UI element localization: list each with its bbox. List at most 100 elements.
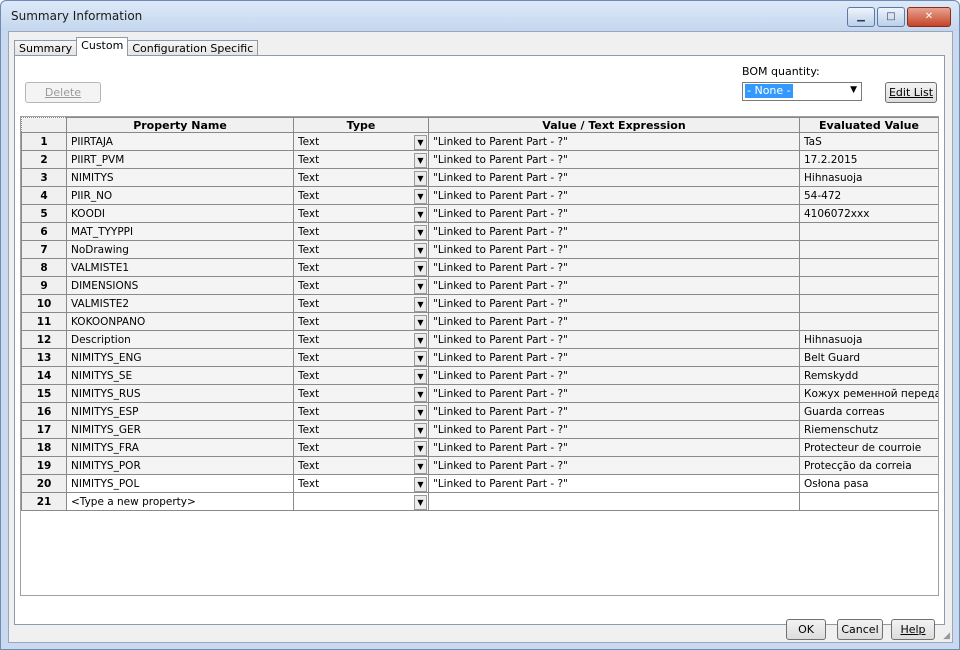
help-button[interactable]: Help: [891, 619, 935, 640]
dropdown-arrow-icon[interactable]: ▼: [414, 387, 427, 402]
type-cell[interactable]: Text ▼: [293, 150, 429, 169]
table-row[interactable]: 16 NIMITYS_ESP Text ▼ "Linked to Parent Part…: [21, 402, 938, 421]
ok-button[interactable]: OK: [786, 619, 826, 640]
dropdown-arrow-icon[interactable]: ▼: [414, 441, 427, 456]
minimize-button[interactable]: ▁: [847, 7, 875, 27]
value-expression-cell[interactable]: [428, 492, 800, 511]
resize-grip-icon[interactable]: ◢: [943, 631, 950, 641]
maximize-button[interactable]: □: [877, 7, 905, 27]
dropdown-arrow-icon[interactable]: ▼: [414, 423, 427, 438]
table-row[interactable]: 11 KOKOONPANO Text ▼ "Linked to Parent Part …: [21, 312, 938, 331]
title-bar[interactable]: Summary Information ▁ □ ✕: [1, 1, 959, 31]
table-row[interactable]: 14 NIMITYS_SE Text ▼ "Linked to Parent Part …: [21, 366, 938, 385]
table-row[interactable]: 19 NIMITYS_POR Text ▼ "Linked to Parent Part…: [21, 456, 938, 475]
column-header-evaluated-value[interactable]: Evaluated Value: [799, 117, 938, 133]
type-cell[interactable]: Text ▼: [293, 258, 429, 277]
bom-quantity-select[interactable]: - None - ▼: [742, 82, 862, 101]
table-row[interactable]: 4 PIIR_NO Text ▼ "Linked to Parent Part - ?"…: [21, 186, 938, 205]
value-expression-cell[interactable]: "Linked to Parent Part - ?": [428, 276, 800, 295]
dropdown-arrow-icon[interactable]: ▼: [414, 351, 427, 366]
table-row[interactable]: 18 NIMITYS_FRA Text ▼ "Linked to Parent Part…: [21, 438, 938, 457]
table-row[interactable]: 6 MAT_TYYPPI Text ▼ "Linked to Parent Part -…: [21, 222, 938, 241]
value-expression-cell[interactable]: "Linked to Parent Part - ?": [428, 168, 800, 187]
property-name-cell[interactable]: NIMITYS_GER: [66, 420, 294, 439]
property-name-cell[interactable]: VALMISTE2: [66, 294, 294, 313]
delete-button[interactable]: Delete: [25, 82, 101, 103]
value-expression-cell[interactable]: "Linked to Parent Part - ?": [428, 294, 800, 313]
property-name-cell[interactable]: NIMITYS: [66, 168, 294, 187]
dropdown-arrow-icon[interactable]: ▼: [414, 369, 427, 384]
type-cell[interactable]: Text ▼: [293, 348, 429, 367]
type-cell[interactable]: Text ▼: [293, 330, 429, 349]
type-cell[interactable]: Text ▼: [293, 438, 429, 457]
type-cell[interactable]: Text ▼: [293, 384, 429, 403]
value-expression-cell[interactable]: "Linked to Parent Part - ?": [428, 150, 800, 169]
type-cell[interactable]: Text ▼: [293, 204, 429, 223]
dropdown-arrow-icon[interactable]: ▼: [414, 297, 427, 312]
dropdown-arrow-icon[interactable]: ▼: [414, 477, 427, 492]
column-header-value[interactable]: Value / Text Expression: [428, 117, 800, 133]
table-row[interactable]: 15 NIMITYS_RUS Text ▼ "Linked to Parent Part…: [21, 384, 938, 403]
property-name-cell[interactable]: PIIRT_PVM: [66, 150, 294, 169]
value-expression-cell[interactable]: "Linked to Parent Part - ?": [428, 366, 800, 385]
value-expression-cell[interactable]: "Linked to Parent Part - ?": [428, 402, 800, 421]
dropdown-arrow-icon[interactable]: ▼: [414, 171, 427, 186]
value-expression-cell[interactable]: "Linked to Parent Part - ?": [428, 186, 800, 205]
dropdown-arrow-icon[interactable]: ▼: [414, 153, 427, 168]
type-cell[interactable]: Text ▼: [293, 186, 429, 205]
type-cell[interactable]: ▼: [293, 492, 429, 511]
value-expression-cell[interactable]: "Linked to Parent Part - ?": [428, 240, 800, 259]
dropdown-arrow-icon[interactable]: ▼: [414, 189, 427, 204]
property-name-cell[interactable]: PIIRTAJA: [66, 132, 294, 151]
type-cell[interactable]: Text ▼: [293, 456, 429, 475]
tab-summary[interactable]: Summary: [14, 40, 78, 56]
dropdown-arrow-icon[interactable]: ▼: [414, 405, 427, 420]
row-number-header[interactable]: [21, 117, 67, 133]
property-name-cell[interactable]: NIMITYS_RUS: [66, 384, 294, 403]
type-cell[interactable]: Text ▼: [293, 402, 429, 421]
value-expression-cell[interactable]: "Linked to Parent Part - ?": [428, 420, 800, 439]
property-name-cell[interactable]: KOODI: [66, 204, 294, 223]
value-expression-cell[interactable]: "Linked to Parent Part - ?": [428, 348, 800, 367]
dropdown-arrow-icon[interactable]: ▼: [414, 495, 427, 510]
table-row[interactable]: 9 DIMENSIONS Text ▼ "Linked to Parent Part -…: [21, 276, 938, 295]
type-cell[interactable]: Text ▼: [293, 474, 429, 493]
property-name-cell[interactable]: NIMITYS_ESP: [66, 402, 294, 421]
type-cell[interactable]: Text ▼: [293, 294, 429, 313]
dropdown-arrow-icon[interactable]: ▼: [414, 135, 427, 150]
type-cell[interactable]: Text ▼: [293, 276, 429, 295]
value-expression-cell[interactable]: "Linked to Parent Part - ?": [428, 474, 800, 493]
table-row[interactable]: 1 PIIRTAJA Text ▼ "Linked to Parent Part - ?…: [21, 132, 938, 151]
property-name-cell[interactable]: NoDrawing: [66, 240, 294, 259]
dropdown-arrow-icon[interactable]: ▼: [414, 315, 427, 330]
property-name-cell[interactable]: DIMENSIONS: [66, 276, 294, 295]
type-cell[interactable]: Text ▼: [293, 366, 429, 385]
property-name-cell[interactable]: PIIR_NO: [66, 186, 294, 205]
property-name-cell[interactable]: VALMISTE1: [66, 258, 294, 277]
table-row[interactable]: 20 NIMITYS_POL Text ▼ "Linked to Parent Part…: [21, 474, 938, 493]
tab-configuration-specific[interactable]: Configuration Specific: [127, 40, 259, 56]
type-cell[interactable]: Text ▼: [293, 312, 429, 331]
dropdown-arrow-icon[interactable]: ▼: [414, 225, 427, 240]
property-name-cell[interactable]: KOKOONPANO: [66, 312, 294, 331]
table-row[interactable]: 7 NoDrawing Text ▼ "Linked to Parent Part - …: [21, 240, 938, 259]
table-row[interactable]: 13 NIMITYS_ENG Text ▼ "Linked to Parent Part…: [21, 348, 938, 367]
property-name-cell[interactable]: Description: [66, 330, 294, 349]
value-expression-cell[interactable]: "Linked to Parent Part - ?": [428, 384, 800, 403]
cancel-button[interactable]: Cancel: [837, 619, 883, 640]
column-header-property-name[interactable]: Property Name: [66, 117, 294, 133]
property-name-cell[interactable]: NIMITYS_ENG: [66, 348, 294, 367]
table-row[interactable]: 5 KOODI Text ▼ "Linked to Parent Part - ?" 41…: [21, 204, 938, 223]
type-cell[interactable]: Text ▼: [293, 168, 429, 187]
table-row[interactable]: 12 Description Text ▼ "Linked to Parent Part…: [21, 330, 938, 349]
property-name-cell[interactable]: NIMITYS_POR: [66, 456, 294, 475]
table-row[interactable]: 17 NIMITYS_GER Text ▼ "Linked to Parent Part…: [21, 420, 938, 439]
value-expression-cell[interactable]: "Linked to Parent Part - ?": [428, 222, 800, 241]
value-expression-cell[interactable]: "Linked to Parent Part - ?": [428, 330, 800, 349]
value-expression-cell[interactable]: "Linked to Parent Part - ?": [428, 132, 800, 151]
property-name-cell[interactable]: <Type a new property>: [66, 492, 294, 511]
type-cell[interactable]: Text ▼: [293, 222, 429, 241]
tab-custom[interactable]: Custom: [76, 37, 129, 56]
edit-list-button[interactable]: Edit List: [885, 82, 937, 103]
value-expression-cell[interactable]: "Linked to Parent Part - ?": [428, 204, 800, 223]
